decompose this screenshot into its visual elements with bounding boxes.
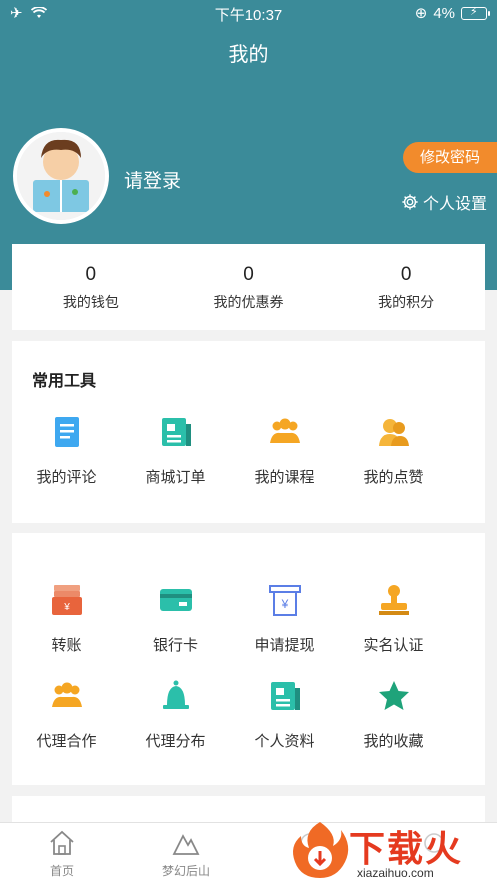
tools-card: 常用工具 我的评论 商城订单 我的课程 我的点赞 [12,341,485,523]
comment-icon [54,417,79,447]
flame-logo-icon [293,822,349,878]
section-title: 常用工具 [32,373,97,390]
course-icon [269,418,300,443]
item-label: 代理合作 [36,733,97,750]
item-label: 商城订单 [145,469,206,486]
item-label: 银行卡 [152,637,198,654]
my-comments-item[interactable]: 我的评论 [12,415,121,487]
my-likes-item[interactable]: 我的点赞 [339,415,448,487]
bell-icon [162,680,189,709]
item-label: 我的评论 [36,469,97,486]
settings-label: 个人设置 [422,196,487,213]
withdraw-item[interactable]: ¥ 申请提现 [230,583,339,655]
item-label: 代理分布 [145,733,206,750]
order-icon [161,418,191,446]
stat-label: 我的优惠券 [213,294,284,310]
item-label: 我的点赞 [363,469,424,486]
stat-value: 0 [85,264,97,285]
tab-label: 梦幻后山 [161,864,210,878]
tab-mountain[interactable]: 梦幻后山 [124,823,248,883]
profile-icon [270,682,300,710]
item-label: 我的课程 [254,469,315,486]
change-password-button[interactable]: 修改密码 [403,142,497,173]
svg-text:¥: ¥ [63,602,70,613]
item-label: 转账 [51,637,82,654]
transfer-icon: ¥ [51,585,82,615]
svg-text:¥: ¥ [280,597,288,611]
bank-card-icon [159,589,192,611]
my-courses-item[interactable]: 我的课程 [230,415,339,487]
login-link[interactable]: 请登录 [124,166,181,193]
coupon-stat[interactable]: 0 我的优惠券 [170,244,328,330]
profile-info-item[interactable]: 个人资料 [230,679,339,751]
transfer-item[interactable]: ¥ 转账 [12,583,121,655]
page-title: 我的 [228,44,269,66]
bank-card-item[interactable]: 银行卡 [121,583,230,655]
points-stat[interactable]: 0 我的积分 [327,244,485,330]
item-label: 个人资料 [254,733,315,750]
withdraw-icon: ¥ [268,585,301,616]
stat-value: 0 [400,264,412,285]
like-icon [378,419,409,446]
agent-cooperation-item[interactable]: 代理合作 [12,679,121,751]
settings-button[interactable]: 个人设置 [401,190,487,214]
star-icon [378,681,409,710]
watermark-text: 下载火 [349,828,464,869]
tab-home[interactable]: 首页 [0,823,124,883]
home-icon [50,830,74,855]
gear-icon [402,194,418,210]
status-bar: ✈ 下午10:37 ⊕ 4% ⚡ [0,0,497,26]
mall-orders-item[interactable]: 商城订单 [121,415,230,487]
battery-percent: 4% [433,4,455,22]
favorites-item[interactable]: 我的收藏 [339,679,448,751]
watermark-url: xiazaihuo.com [357,866,434,880]
stat-label: 我的积分 [378,294,435,310]
agent-distribution-item[interactable]: 代理分布 [121,679,230,751]
stat-label: 我的钱包 [62,294,119,310]
item-label: 实名认证 [363,637,424,654]
stats-card: 0 我的钱包 0 我的优惠券 0 我的积分 [12,244,485,330]
verify-icon [378,585,409,615]
tab-label: 首页 [49,864,74,878]
item-label: 申请提现 [254,637,315,654]
avatar[interactable] [13,128,109,224]
orientation-lock-icon: ⊕ [414,5,428,22]
item-label: 我的收藏 [363,733,424,750]
battery-icon: ⚡ [461,6,490,20]
verify-item[interactable]: 实名认证 [339,583,448,655]
services-card: ¥ 转账 银行卡 ¥ 申请提现 实名认证 代理合作 代理分布 个人资料 我的收藏 [12,533,485,785]
mountain-icon [172,834,200,855]
wallet-stat[interactable]: 0 我的钱包 [12,244,170,330]
watermark: 下载火 xiazaihuo.com [287,816,497,883]
stat-value: 0 [243,264,254,285]
agent-icon [51,682,82,707]
